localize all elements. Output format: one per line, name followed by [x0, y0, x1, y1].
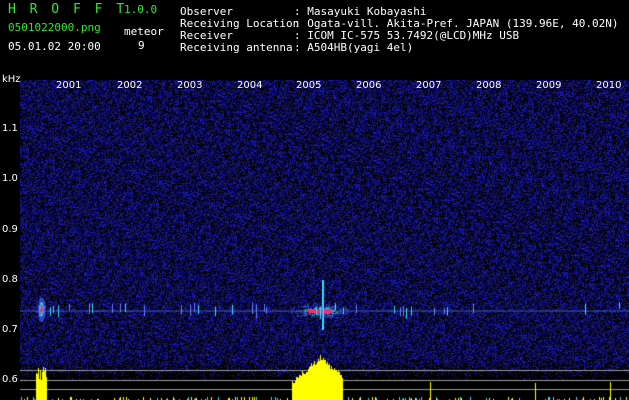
y-tick-label: 1.0	[2, 173, 18, 184]
x-tick-label: 2004	[237, 80, 263, 91]
datetime: 05.01.02 20:00	[8, 40, 101, 53]
x-tick-label: 2001	[56, 80, 82, 91]
y-axis-label: kHz	[2, 74, 21, 85]
spectrogram-canvas	[20, 80, 629, 400]
x-tick-label: 2005	[296, 80, 322, 91]
filename: 0501022000.png	[8, 21, 101, 34]
field-label-antenna: Receiving antenna	[180, 41, 293, 54]
y-tick-label: 0.7	[2, 324, 18, 335]
x-tick-label: 2002	[117, 80, 143, 91]
y-tick-label: 0.8	[2, 274, 18, 285]
x-tick-label: 2008	[476, 80, 502, 91]
x-tick-label: 2003	[177, 80, 203, 91]
x-tick-label: 2010	[596, 80, 622, 91]
x-tick-label: 2009	[536, 80, 562, 91]
field-value-antenna: : A504HB(yagi 4el)	[294, 41, 414, 54]
y-tick-label: 1.1	[2, 123, 18, 134]
meteor-label: meteor	[124, 25, 164, 38]
y-tick-label: 0.6	[2, 374, 18, 385]
x-tick-label: 2007	[416, 80, 442, 91]
x-tick-label: 2006	[356, 80, 382, 91]
app-version: 1.0.0	[124, 3, 158, 16]
y-tick-label: 0.9	[2, 224, 18, 235]
meteor-count: 9	[138, 39, 145, 52]
app-title: H R O F F T	[8, 2, 128, 17]
header-panel: H R O F F T 1.0.0 0501022000.png meteor …	[0, 0, 629, 80]
